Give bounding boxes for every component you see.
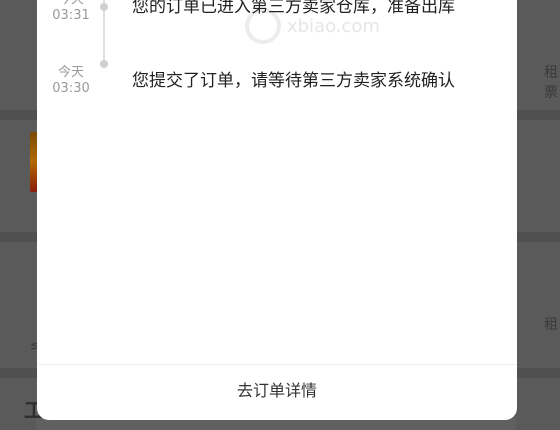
event-time: 03:30 bbox=[52, 81, 90, 96]
event-text: 您的订单已进入第三方卖家仓库，准备出库 bbox=[132, 0, 455, 17]
event-day: 今天 bbox=[49, 0, 93, 8]
background-right-label: 租 bbox=[544, 317, 558, 333]
order-tracking-sheet: xbiao.com 今天 03:31 您的订单已进入第三方卖家仓库，准备出库 今… bbox=[37, 0, 517, 420]
order-detail-button[interactable]: 去订单详情 bbox=[37, 375, 517, 407]
event-day: 今天 bbox=[57, 65, 84, 80]
watermark-text: xbiao.com bbox=[287, 15, 380, 37]
event-time: 03:31 bbox=[52, 8, 90, 23]
timeline-dot bbox=[100, 60, 108, 68]
timeline-dot bbox=[100, 3, 108, 11]
footer-divider bbox=[37, 364, 517, 365]
background-left-strip bbox=[0, 0, 36, 430]
background-right-label: 租 bbox=[544, 65, 558, 81]
background-right-label: 票 bbox=[544, 85, 558, 101]
event-text: 您提交了订单，请等待第三方卖家系统确认 bbox=[132, 71, 455, 91]
